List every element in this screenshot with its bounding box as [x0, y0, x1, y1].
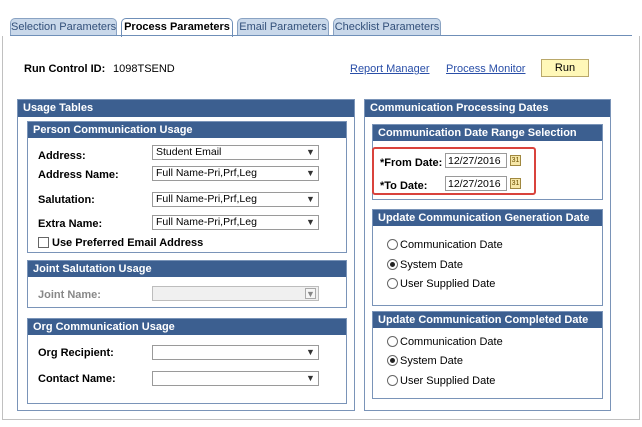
- generation-option-label: System Date: [400, 259, 463, 271]
- tab-checklist-parameters[interactable]: Checklist Parameters: [333, 18, 441, 36]
- address-name-select[interactable]: Full Name-Pri,Prf,Leg ▼: [152, 166, 319, 181]
- report-manager-link[interactable]: Report Manager: [350, 63, 430, 75]
- org-recipient-label: Org Recipient:: [38, 347, 114, 359]
- completed-communication-date-radio[interactable]: [387, 336, 398, 347]
- joint-name-label: Joint Name:: [38, 289, 101, 301]
- processing-dates-title: Communication Processing Dates: [365, 100, 610, 117]
- salutation-value: Full Name-Pri,Prf,Leg: [156, 193, 257, 205]
- date-range-title: Communication Date Range Selection: [373, 125, 602, 141]
- joint-name-select[interactable]: ▼: [152, 286, 319, 301]
- generation-user-supplied-date-radio[interactable]: [387, 278, 398, 289]
- run-button[interactable]: Run: [541, 59, 589, 77]
- preferred-email-checkbox[interactable]: [38, 237, 49, 248]
- person-communication-title: Person Communication Usage: [28, 122, 346, 138]
- chevron-down-icon: ▼: [306, 217, 315, 227]
- completed-option-label: User Supplied Date: [400, 375, 496, 387]
- run-control-label: Run Control ID:: [24, 63, 106, 75]
- tab-email-parameters[interactable]: Email Parameters: [237, 18, 329, 36]
- chevron-down-icon: ▼: [306, 373, 315, 383]
- date-range-highlight: [372, 147, 536, 195]
- extra-name-select[interactable]: Full Name-Pri,Prf,Leg ▼: [152, 215, 319, 230]
- usage-tables-title: Usage Tables: [18, 100, 354, 117]
- completed-option-label: Communication Date: [400, 336, 503, 348]
- process-monitor-link[interactable]: Process Monitor: [446, 63, 525, 75]
- joint-salutation-title: Joint Salutation Usage: [28, 261, 346, 277]
- completed-user-supplied-date-radio[interactable]: [387, 375, 398, 386]
- completed-system-date-radio[interactable]: [387, 355, 398, 366]
- completed-date-title: Update Communication Completed Date With: [373, 312, 602, 342]
- preferred-email-label: Use Preferred Email Address: [52, 237, 204, 249]
- salutation-label: Salutation:: [38, 194, 95, 206]
- org-recipient-select[interactable]: ▼: [152, 345, 319, 360]
- address-select[interactable]: Student Email ▼: [152, 145, 319, 160]
- contact-name-label: Contact Name:: [38, 373, 116, 385]
- org-communication-title: Org Communication Usage: [28, 319, 346, 335]
- person-communication-group: Person Communication Usage: [27, 121, 347, 253]
- generation-option-label: User Supplied Date: [400, 278, 496, 290]
- salutation-select[interactable]: Full Name-Pri,Prf,Leg ▼: [152, 192, 319, 207]
- chevron-down-icon: ▼: [306, 147, 315, 157]
- address-name-label: Address Name:: [38, 169, 119, 181]
- extra-name-value: Full Name-Pri,Prf,Leg: [156, 216, 257, 228]
- chevron-down-icon: ▼: [306, 347, 315, 357]
- generation-option-label: Communication Date: [400, 239, 503, 251]
- generation-date-title: Update Communication Generation Date Wit…: [373, 210, 602, 240]
- extra-name-label: Extra Name:: [38, 218, 103, 230]
- chevron-down-icon: ▼: [305, 288, 316, 299]
- address-name-value: Full Name-Pri,Prf,Leg: [156, 167, 257, 179]
- org-communication-group: Org Communication Usage: [27, 318, 347, 404]
- chevron-down-icon: ▼: [306, 168, 315, 178]
- tab-selection-parameters[interactable]: Selection Parameters: [10, 18, 117, 36]
- address-label: Address:: [38, 150, 86, 162]
- completed-option-label: System Date: [400, 355, 463, 367]
- contact-name-select[interactable]: ▼: [152, 371, 319, 386]
- generation-system-date-radio[interactable]: [387, 259, 398, 270]
- address-value: Student Email: [156, 146, 222, 158]
- run-control-value: 1098TSEND: [113, 63, 175, 75]
- generation-communication-date-radio[interactable]: [387, 239, 398, 250]
- generation-date-group: Update Communication Generation Date Wit…: [372, 209, 603, 306]
- chevron-down-icon: ▼: [306, 194, 315, 204]
